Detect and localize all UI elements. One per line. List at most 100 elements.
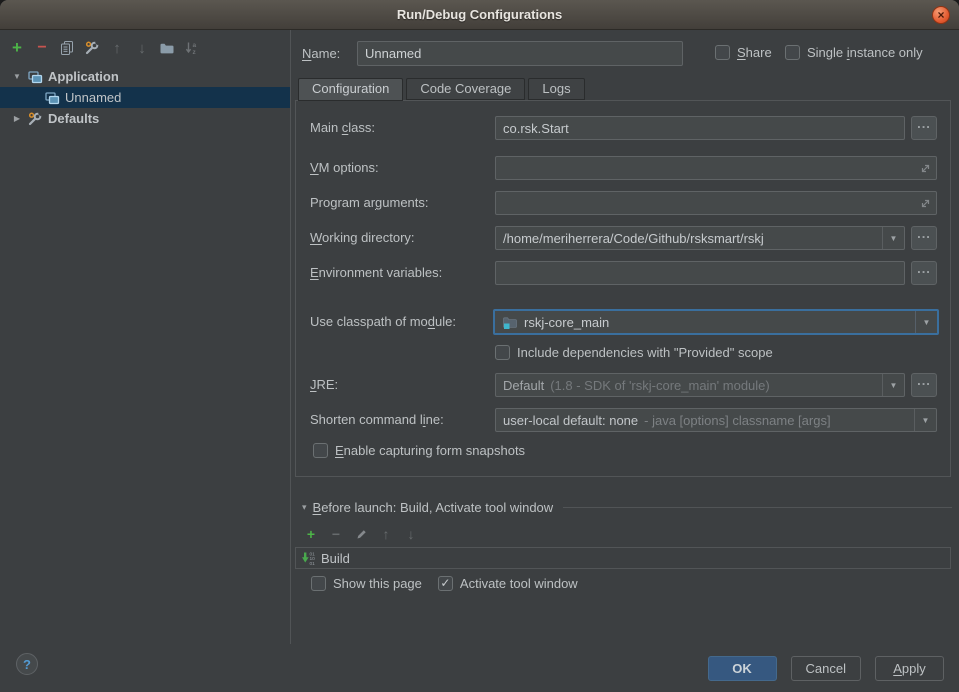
close-button[interactable]: × — [932, 6, 950, 24]
move-up-button[interactable]: ↑ — [109, 40, 125, 56]
activate-tool-window-checkbox[interactable]: ✓ Activate tool window — [438, 576, 578, 591]
move-down-icon: ↓ — [408, 526, 415, 542]
defaults-wrench-icon — [27, 111, 43, 127]
main-class-browse-button[interactable]: ... — [911, 116, 937, 140]
ellipsis-icon: ... — [917, 117, 931, 130]
cancel-button[interactable]: Cancel — [791, 656, 861, 681]
tree-item-defaults[interactable]: ▶ Defaults — [0, 108, 290, 129]
before-launch-toolbar: + − ↑ ↓ — [303, 526, 419, 542]
share-checkbox[interactable]: Share — [715, 45, 772, 60]
configuration-editor: Name: Share Single instance only Configu… — [291, 30, 959, 644]
chevron-down-icon: ▼ — [923, 318, 931, 327]
jre-dropdown-arrow[interactable]: ▼ — [882, 374, 904, 396]
environment-variables-row: Environment variables: ... — [296, 261, 950, 285]
before-launch-task-build[interactable]: 011001 Build — [295, 547, 951, 569]
sort-configurations-button[interactable]: az — [184, 40, 200, 56]
section-collapse-icon[interactable]: ▾ — [302, 502, 307, 513]
show-this-page-checkbox[interactable]: Show this page — [311, 576, 422, 591]
svg-text:01: 01 — [310, 561, 316, 566]
chevron-down-icon: ▼ — [890, 381, 898, 390]
working-directory-combo[interactable]: /home/meriherrera/Code/Github/rsksmart/r… — [495, 226, 905, 250]
jre-combo[interactable]: Default (1.8 - SDK of 'rskj-core_main' m… — [495, 373, 905, 397]
classpath-module-combo[interactable]: rskj-core_main ▼ — [493, 309, 939, 335]
window-title: Run/Debug Configurations — [397, 7, 562, 22]
edit-task-button[interactable] — [353, 526, 369, 542]
module-icon — [502, 314, 518, 330]
capture-snapshots-checkbox[interactable]: Enable capturing form snapshots — [313, 443, 525, 458]
checkbox-box — [785, 45, 800, 60]
name-input[interactable] — [357, 41, 683, 66]
application-icon — [27, 69, 43, 85]
classpath-module-dropdown-arrow[interactable]: ▼ — [915, 311, 937, 333]
jre-browse-button[interactable]: ... — [911, 373, 937, 397]
ok-button[interactable]: OK — [708, 656, 777, 681]
main-class-field[interactable]: co.rsk.Start — [495, 116, 905, 140]
titlebar[interactable]: Run/Debug Configurations × — [0, 0, 959, 30]
apply-button[interactable]: Apply — [875, 656, 944, 681]
create-folder-button[interactable] — [159, 40, 175, 56]
before-launch-section-header: ▾ Before launch: Build, Activate tool wi… — [302, 500, 952, 515]
help-button[interactable]: ? — [16, 653, 38, 675]
single-instance-label: Single instance only — [807, 45, 923, 60]
tree-item-label: Unnamed — [65, 90, 121, 105]
tab-configuration[interactable]: Configuration — [298, 78, 403, 101]
run-debug-configurations-dialog: Run/Debug Configurations × + − ↑ ↓ az ▼ … — [0, 0, 959, 692]
expand-collapse-icon[interactable]: ▼ — [12, 72, 22, 81]
remove-task-button[interactable]: − — [328, 526, 344, 542]
environment-variables-field[interactable] — [495, 261, 905, 285]
move-task-down-button[interactable]: ↓ — [403, 526, 419, 542]
ellipsis-icon: ... — [917, 227, 931, 240]
move-up-icon: ↑ — [383, 526, 390, 542]
move-task-up-button[interactable]: ↑ — [378, 526, 394, 542]
tab-code-coverage[interactable]: Code Coverage — [406, 78, 525, 100]
show-this-page-label: Show this page — [333, 576, 422, 591]
vm-options-field[interactable] — [495, 156, 937, 180]
environment-variables-browse-button[interactable]: ... — [911, 261, 937, 285]
vm-options-row: VM options: — [296, 156, 950, 180]
move-up-icon: ↑ — [113, 40, 121, 57]
task-label: Build — [321, 551, 350, 566]
section-divider — [563, 507, 952, 508]
edit-defaults-button[interactable] — [84, 40, 100, 56]
expand-field-icon[interactable] — [914, 192, 936, 214]
working-directory-dropdown-arrow[interactable]: ▼ — [882, 227, 904, 249]
activate-tool-window-label: Activate tool window — [460, 576, 578, 591]
tree-item-unnamed[interactable]: Unnamed — [0, 87, 290, 108]
remove-configuration-button[interactable]: − — [34, 40, 50, 56]
checkbox-box — [495, 345, 510, 360]
tree-item-label: Defaults — [48, 111, 99, 126]
include-provided-checkbox[interactable]: Include dependencies with "Provided" sco… — [495, 345, 773, 360]
move-down-button[interactable]: ↓ — [134, 40, 150, 56]
environment-variables-label: Environment variables: — [310, 265, 442, 280]
footer-buttons: OK Cancel Apply — [708, 656, 944, 681]
include-provided-label: Include dependencies with "Provided" sco… — [517, 345, 773, 360]
ellipsis-icon: ... — [917, 374, 931, 387]
dialog-body: + − ↑ ↓ az ▼ Application Unnamed — [0, 30, 959, 644]
working-directory-label: Working directory: — [310, 230, 415, 245]
program-arguments-field[interactable] — [495, 191, 937, 215]
remove-icon: − — [332, 526, 340, 542]
add-configuration-button[interactable]: + — [9, 40, 25, 56]
shorten-command-line-dropdown-arrow[interactable]: ▼ — [914, 409, 936, 431]
jre-row: JRE: Default (1.8 - SDK of 'rskj-core_ma… — [296, 373, 950, 397]
shorten-command-line-combo[interactable]: user-local default: none - java [options… — [495, 408, 937, 432]
configuration-tab-panel: Main class: co.rsk.Start ... VM options:… — [295, 100, 951, 477]
tab-logs[interactable]: Logs — [528, 78, 584, 100]
expand-collapse-icon[interactable]: ▶ — [12, 114, 22, 123]
chevron-down-icon: ▼ — [890, 234, 898, 243]
jre-value-detail: (1.8 - SDK of 'rskj-core_main' module) — [550, 378, 770, 393]
folder-icon — [159, 40, 175, 56]
working-directory-browse-button[interactable]: ... — [911, 226, 937, 250]
copy-configuration-button[interactable] — [59, 40, 75, 56]
add-task-button[interactable]: + — [303, 526, 319, 542]
tree-item-application[interactable]: ▼ Application — [0, 66, 290, 87]
name-label: Name: — [302, 46, 340, 61]
add-icon: + — [12, 38, 22, 58]
expand-field-icon[interactable] — [914, 157, 936, 179]
program-arguments-label: Program arguments: — [310, 195, 429, 210]
capture-snapshots-label: Enable capturing form snapshots — [335, 443, 525, 458]
remove-icon: − — [37, 39, 46, 57]
configurations-tree: ▼ Application Unnamed ▶ Defaults — [0, 66, 290, 129]
wrench-icon — [84, 40, 100, 56]
single-instance-checkbox[interactable]: Single instance only — [785, 45, 923, 60]
